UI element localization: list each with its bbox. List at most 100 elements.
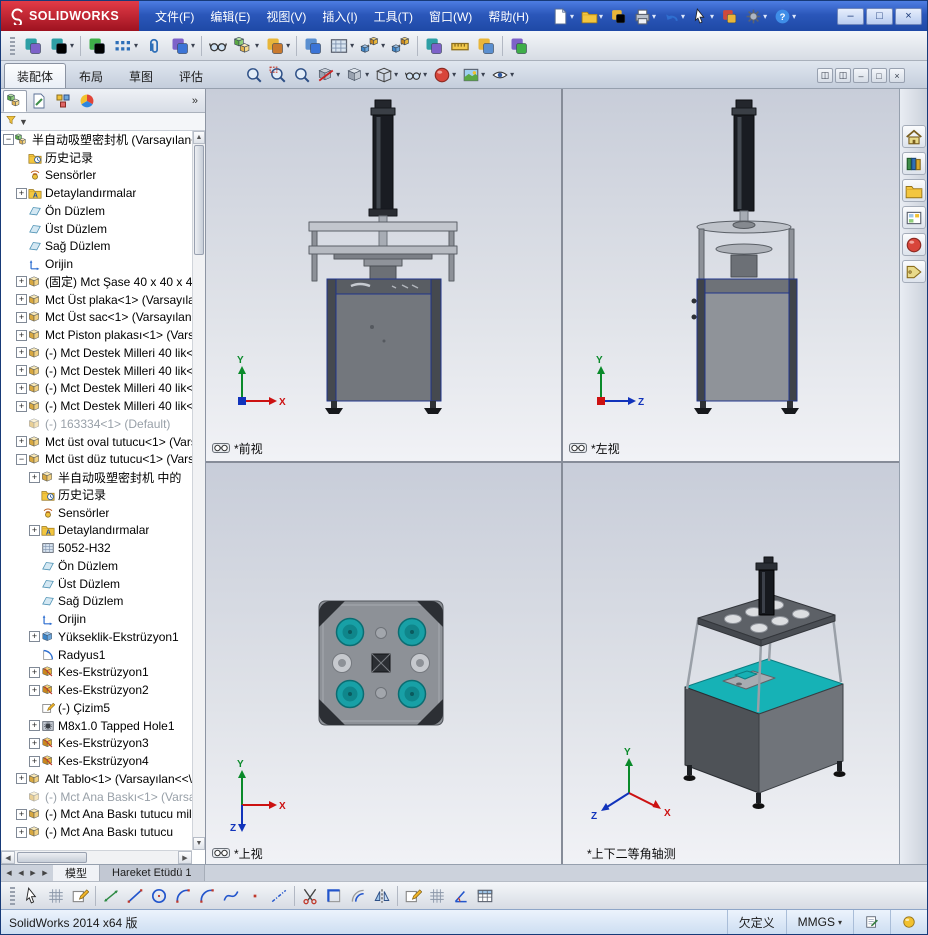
help-icon[interactable]: ? ▾ xyxy=(771,6,799,27)
dropdown-arrow-icon[interactable]: ▾ xyxy=(336,70,340,79)
expand-icon[interactable]: + xyxy=(29,737,40,749)
dropdown-arrow-icon[interactable]: ▾ xyxy=(365,70,369,79)
apply-scene-icon[interactable]: ▾ xyxy=(459,64,488,86)
toolbox-icon[interactable] xyxy=(718,6,741,27)
dropdown-arrow-icon[interactable]: ▾ xyxy=(599,12,603,21)
tab-scroll-button[interactable]: ◀ xyxy=(16,869,26,877)
dropdown-arrow-icon[interactable]: ▾ xyxy=(70,41,74,50)
dropdown-arrow-icon[interactable]: ▾ xyxy=(481,70,485,79)
tree-item[interactable]: + (-) Mct Destek Milleri 40 lik<2 xyxy=(1,362,192,380)
expand-icon[interactable]: + xyxy=(29,684,40,696)
performance-evaluation-icon[interactable] xyxy=(506,34,532,58)
reference-geometry-icon[interactable]: ▾ xyxy=(262,34,293,58)
expand-icon[interactable]: + xyxy=(16,808,27,820)
tree-item[interactable]: + (-) Mct Destek Milleri 40 lik<4 xyxy=(1,397,192,415)
linear-component-pattern-icon[interactable]: ▾ xyxy=(110,34,141,58)
grid-snap-icon[interactable] xyxy=(44,885,68,907)
expand-icon[interactable]: + xyxy=(29,666,40,678)
configurationmanager-tab-icon[interactable] xyxy=(51,90,75,112)
tree-item[interactable]: Üst Düzlem xyxy=(1,575,192,593)
tab-布局[interactable]: 布局 xyxy=(66,63,116,88)
new-motion-study-icon[interactable] xyxy=(300,34,326,58)
document-tab[interactable]: 模型 xyxy=(53,865,100,881)
tree-item[interactable]: (-) 163334<1> (Default) xyxy=(1,415,192,433)
doc-minimize-button[interactable]: – xyxy=(853,68,869,83)
menu-item[interactable]: 窗口(W) xyxy=(421,3,480,30)
displaymanager-tab-icon[interactable] xyxy=(75,90,99,112)
tree-item[interactable]: Ön Düzlem xyxy=(1,557,192,575)
expand-icon[interactable]: + xyxy=(29,471,40,483)
scroll-up-button[interactable]: ▲ xyxy=(193,131,205,144)
line-icon[interactable] xyxy=(123,885,147,907)
centerpoint-arc-icon[interactable] xyxy=(171,885,195,907)
design-library-icon[interactable] xyxy=(901,152,926,175)
section-view-icon[interactable]: ▾ xyxy=(314,64,343,86)
maximize-button[interactable]: □ xyxy=(866,7,893,25)
tree-item[interactable]: Orijin xyxy=(1,610,192,628)
scroll-left-button[interactable]: ◀ xyxy=(1,851,15,864)
interference-detection-icon[interactable] xyxy=(421,34,447,58)
tree-item[interactable]: + Yükseklik-Ekstrüzyon1 xyxy=(1,628,192,646)
tree-item[interactable]: + (-) Mct Ana Baskı tutucu xyxy=(1,823,192,841)
featuremanager-tab-icon[interactable] xyxy=(3,89,27,112)
new-document-icon[interactable]: ▾ xyxy=(549,6,577,27)
spline-icon[interactable] xyxy=(219,885,243,907)
tree-item[interactable]: + Alt Tablo<1> (Varsayılan<<\ xyxy=(1,770,192,788)
point-icon[interactable] xyxy=(243,885,267,907)
scroll-thumb[interactable] xyxy=(194,145,204,255)
expand-icon[interactable]: + xyxy=(16,311,27,323)
explode-line-sketch-icon[interactable] xyxy=(388,34,414,58)
edit-appearance-icon[interactable]: ▾ xyxy=(430,64,459,86)
dropdown-arrow-icon[interactable]: ▾ xyxy=(381,41,385,50)
menu-item[interactable]: 帮助(H) xyxy=(480,3,537,30)
scroll-down-button[interactable]: ▼ xyxy=(193,837,205,850)
menu-item[interactable]: 文件(F) xyxy=(147,3,202,30)
tab-scroll-button[interactable]: ▶ xyxy=(40,869,50,877)
tree-item[interactable]: − Mct üst düz tutucu<1> (Vars xyxy=(1,451,192,469)
linear-sketch-pattern-icon[interactable] xyxy=(401,885,425,907)
expand-icon[interactable]: + xyxy=(16,365,27,377)
expand-icon[interactable]: + xyxy=(16,400,27,412)
panel-overflow-button[interactable]: » xyxy=(192,95,203,107)
dropdown-arrow-icon[interactable]: ▾ xyxy=(191,41,195,50)
tab-scroll-button[interactable]: ◀ xyxy=(4,869,14,877)
tree-item[interactable]: − 半自动吸塑密封机 (Varsayılan< xyxy=(1,131,192,149)
move-component-icon[interactable]: ▾ xyxy=(167,34,198,58)
menu-item[interactable]: 编辑(E) xyxy=(202,3,258,30)
dropdown-arrow-icon[interactable]: ▾ xyxy=(681,12,685,21)
dropdown-arrow-icon[interactable]: ▾ xyxy=(350,41,354,50)
tree-item[interactable]: 历史记录 xyxy=(1,149,192,167)
toolbar-grip[interactable] xyxy=(10,36,15,55)
viewport-isometric-view[interactable]: Y X Z *上下二等角轴测 xyxy=(563,463,901,866)
tree-item[interactable]: Radyus1 xyxy=(1,646,192,664)
collapse-icon[interactable]: − xyxy=(16,453,27,465)
viewport-front-view[interactable]: Y X *前视 xyxy=(206,89,561,461)
dropdown-arrow-icon[interactable]: ▾ xyxy=(286,41,290,50)
open-icon[interactable]: ▾ xyxy=(578,6,606,27)
mirror-entities-icon[interactable] xyxy=(370,885,394,907)
select-arrow-icon[interactable]: ▾ xyxy=(689,6,717,27)
tree-item[interactable]: + Kes-Ekstrüzyon2 xyxy=(1,681,192,699)
tree-item[interactable]: Sensörler xyxy=(1,167,192,185)
options-icon[interactable]: ▾ xyxy=(742,6,770,27)
assembly-features-icon[interactable]: ▾ xyxy=(231,34,262,58)
tree-item[interactable]: + Kes-Ekstrüzyon3 xyxy=(1,735,192,753)
expand-icon[interactable]: + xyxy=(16,294,27,306)
units-dropdown-arrow[interactable]: ▾ xyxy=(838,918,842,927)
zoom-fit-icon[interactable] xyxy=(242,64,266,86)
tree-item[interactable]: + Kes-Ekstrüzyon1 xyxy=(1,664,192,682)
trim-entities-icon[interactable] xyxy=(298,885,322,907)
publish-edrawings-icon[interactable] xyxy=(607,6,630,27)
tree-item[interactable]: Sağ Düzlem xyxy=(1,238,192,256)
tree-item[interactable]: + A Detaylandırmalar xyxy=(1,522,192,540)
dropdown-arrow-icon[interactable]: ▾ xyxy=(792,12,796,21)
tree-item[interactable]: Sağ Düzlem xyxy=(1,593,192,611)
print-icon[interactable]: ▾ xyxy=(631,6,659,27)
doc-tile-button[interactable]: ◫ xyxy=(835,68,851,83)
scroll-right-button[interactable]: ▶ xyxy=(178,851,192,864)
scroll-track[interactable] xyxy=(15,851,178,864)
dropdown-arrow-icon[interactable]: ▾ xyxy=(423,70,427,79)
dropdown-arrow-icon[interactable]: ▾ xyxy=(134,41,138,50)
tree-item[interactable]: + (-) Mct Destek Milleri 40 lik<1 xyxy=(1,344,192,362)
viewport-top-view[interactable]: Y X Z *上视 xyxy=(206,463,561,866)
